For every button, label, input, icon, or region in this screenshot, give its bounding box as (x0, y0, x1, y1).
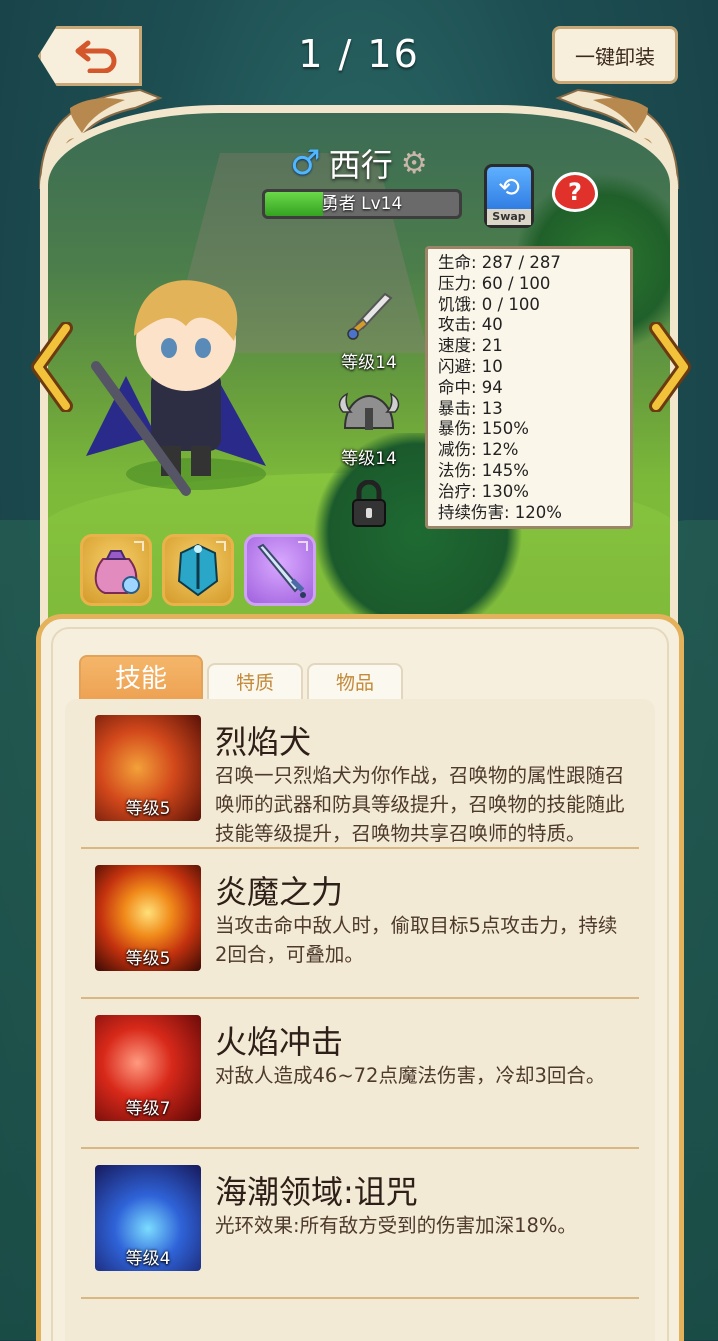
unequip-all-button[interactable]: 一键卸装 (552, 26, 678, 84)
tab-traits[interactable]: 特质 (207, 663, 303, 701)
locked-slot (324, 479, 414, 532)
item-slot-sword[interactable] (244, 534, 316, 606)
stat-magic-damage: 法伤: 145% (438, 460, 529, 480)
stat-attack: 攻击: 40 (438, 315, 503, 335)
swap-label: Swap (487, 209, 531, 225)
stat-dodge: 闪避: 10 (438, 356, 503, 376)
skill-level: 等级4 (125, 1249, 171, 1269)
skill-item-tide-domain[interactable]: 等级4 海潮领域:诅咒 光环效果:所有敌方受到的伤害加深18%。 (81, 1149, 639, 1299)
stat-accuracy: 命中: 94 (438, 377, 503, 397)
skill-level: 等级5 (125, 799, 171, 819)
fire-hound-icon: 等级5 (95, 715, 201, 821)
stat-hp: 生命: 287 / 287 (438, 253, 561, 272)
skill-level: 等级5 (125, 949, 171, 969)
helmet-icon (338, 392, 400, 430)
stats-panel: 生命: 287 / 287 压力: 60 / 100 饥饿: 0 / 100 攻… (425, 246, 633, 529)
stat-dot-damage: 持续伤害: 120% (438, 502, 562, 522)
settings-gear-icon[interactable]: ⚙ (401, 146, 428, 181)
stat-damage-reduction: 减伤: 12% (438, 440, 519, 460)
demon-power-icon: 等级5 (95, 865, 201, 971)
skill-description: 召唤一只烈焰犬为你作战，召唤物的属性跟随召唤师的武器和防具等级提升，召唤物的技能… (215, 764, 625, 845)
hero-name: 西行 (328, 146, 393, 184)
lock-icon (352, 479, 386, 527)
item-slot-bag[interactable] (80, 534, 152, 606)
swap-icon: ⟲ (498, 173, 520, 203)
skills-panel: 技能 特质 物品 等级5 烈焰犬 召唤一只烈焰犬为你作战，召唤物的属性跟随召唤师… (36, 614, 684, 1341)
armor-icon (177, 543, 219, 597)
hero-portrait-icon (86, 280, 266, 496)
skill-level: 等级7 (125, 1099, 171, 1119)
tab-skills[interactable]: 技能 (79, 655, 203, 701)
helmet-slot[interactable]: 等级14 (324, 388, 414, 469)
item-row (80, 534, 316, 606)
skill-item-flame-strike[interactable]: 等级7 火焰冲击 对敌人造成46~72点魔法伤害，冷却3回合。 (81, 999, 639, 1149)
helmet-level: 等级14 (341, 449, 397, 469)
skill-item-fire-hound[interactable]: 等级5 烈焰犬 召唤一只烈焰犬为你作战，召唤物的属性跟随召唤师的武器和防具等级提… (81, 699, 639, 849)
skill-title: 烈焰犬 (215, 723, 312, 761)
hero-class-level: 勇者 Lv14 (321, 194, 403, 214)
flame-strike-icon: 等级7 (95, 1015, 201, 1121)
swap-button[interactable]: ⟲ Swap (484, 164, 534, 228)
stat-crit-damage: 暴伤: 150% (438, 419, 529, 439)
skill-description: 光环效果:所有敌方受到的伤害加深18%。 (215, 1214, 577, 1237)
skill-item-demon-power[interactable]: 等级5 炎魔之力 当攻击命中敌人时，偷取目标5点攻击力，持续2回合，可叠加。 (81, 849, 639, 999)
skill-list: 等级5 烈焰犬 召唤一只烈焰犬为你作战，召唤物的属性跟随召唤师的武器和防具等级提… (65, 699, 655, 1341)
stat-speed: 速度: 21 (438, 336, 503, 356)
skill-title: 海潮领域:诅咒 (215, 1173, 418, 1211)
skill-title: 炎魔之力 (215, 873, 344, 911)
tab-items[interactable]: 物品 (307, 663, 403, 701)
tab-bar: 技能 特质 物品 (79, 655, 403, 701)
weapon-slot[interactable]: 等级14 (324, 288, 414, 373)
skill-title: 火焰冲击 (215, 1023, 344, 1061)
greatsword-icon (257, 543, 306, 598)
skill-description: 当攻击命中敌人时，偷取目标5点攻击力，持续2回合，可叠加。 (215, 914, 618, 966)
bag-icon (94, 550, 140, 594)
hero-name-row: ♂ 西行 ⚙ (0, 140, 718, 186)
stat-crit: 暴击: 13 (438, 398, 503, 418)
stat-hunger: 饥饿: 0 / 100 (438, 294, 540, 314)
skill-description: 对敌人造成46~72点魔法伤害，冷却3回合。 (215, 1064, 606, 1087)
item-slot-armor[interactable] (162, 534, 234, 606)
help-button[interactable]: ? (552, 172, 598, 212)
stat-healing: 治疗: 130% (438, 481, 529, 501)
male-icon: ♂ (290, 143, 321, 183)
sword-icon (347, 292, 393, 340)
next-hero-arrow-icon[interactable] (648, 322, 692, 412)
hero-level-bar: 勇者 Lv14 (262, 189, 462, 219)
stat-stress: 压力: 60 / 100 (438, 273, 551, 293)
tide-domain-icon: 等级4 (95, 1165, 201, 1271)
weapon-level: 等级14 (341, 353, 397, 373)
